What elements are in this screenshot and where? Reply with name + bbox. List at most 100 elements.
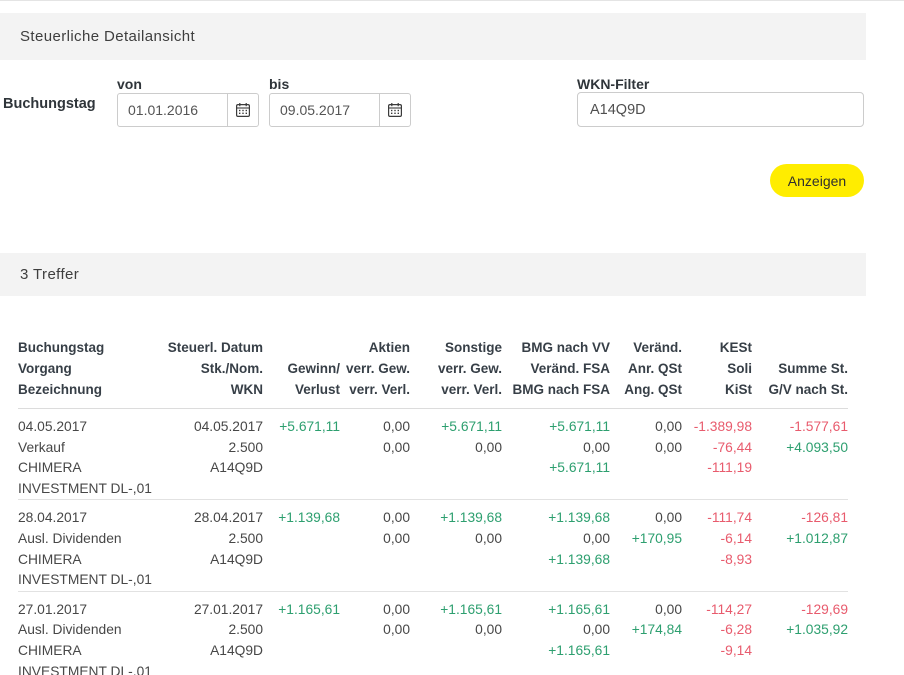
cell-line: 0,00	[610, 508, 682, 529]
cell-line: 0,00	[502, 438, 610, 459]
table-cell: +1.139,680,00	[410, 508, 502, 590]
header-line: verr. Verl.	[340, 379, 410, 400]
table-cell: -111,74-6,14-8,93	[682, 508, 752, 590]
cell-line: -111,74	[682, 508, 752, 529]
date-from-input[interactable]	[118, 94, 227, 126]
cell-line: -129,69	[752, 600, 848, 621]
cell-line: 0,00	[502, 529, 610, 550]
header-cell: KEStSoliKiSt	[682, 337, 752, 400]
date-to-calendar-button[interactable]	[379, 94, 410, 126]
table-cell: +1.139,680,00+1.139,68	[502, 508, 610, 590]
table-cell: 0,000,00	[610, 417, 682, 499]
cell-line: 0,00	[340, 417, 410, 438]
table-row: 04.05.2017VerkaufCHIMERAINVESTMENT DL-,0…	[18, 409, 848, 500]
table-cell: 0,000,00	[340, 417, 410, 499]
cell-line: +1.012,87	[752, 529, 848, 550]
cell-line: +1.139,68	[502, 508, 610, 529]
anzeigen-button[interactable]: Anzeigen	[770, 164, 864, 197]
header-cell: Sonstigeverr. Gew.verr. Verl.	[410, 337, 502, 400]
header-line: Ang. QSt	[610, 379, 682, 400]
calendar-icon	[387, 102, 403, 118]
table-cell: +1.165,610,00+1.165,61	[502, 600, 610, 675]
top-divider	[0, 0, 904, 1]
cell-line: A14Q9D	[158, 550, 263, 571]
cell-line: 0,00	[340, 620, 410, 641]
cell-line: CHIMERA	[18, 550, 158, 571]
buchungstag-label: Buchungstag	[3, 96, 96, 112]
cell-line: CHIMERA	[18, 641, 158, 662]
cell-line: 04.05.2017	[158, 417, 263, 438]
cell-line: +1.139,68	[263, 508, 340, 529]
cell-line: -1.389,98	[682, 417, 752, 438]
header-cell: BMG nach VVVeränd. FSABMG nach FSA	[502, 337, 610, 400]
calendar-icon	[235, 102, 251, 118]
cell-line: 0,00	[410, 438, 502, 459]
table-cell: -1.389,98-76,44-111,19	[682, 417, 752, 499]
cell-line: CHIMERA	[18, 458, 158, 479]
header-line: KESt	[682, 337, 752, 358]
header-line: verr. Gew.	[340, 358, 410, 379]
cell-line: -76,44	[682, 438, 752, 459]
table-cell: +5.671,11	[263, 417, 340, 499]
header-line: Steuerl. Datum	[158, 337, 263, 358]
cell-line: -6,14	[682, 529, 752, 550]
header-line: BMG nach FSA	[502, 379, 610, 400]
cell-line: A14Q9D	[158, 641, 263, 662]
von-label: von	[117, 76, 142, 92]
cell-line: 27.01.2017	[18, 600, 158, 621]
header-line: Summe St.	[752, 358, 848, 379]
wkn-filter-label: WKN-Filter	[577, 76, 649, 92]
cell-line: +1.165,61	[502, 641, 610, 662]
cell-line: -9,14	[682, 641, 752, 662]
header-line: Stk./Nom.	[158, 358, 263, 379]
date-to-input[interactable]	[270, 94, 379, 126]
header-line: Veränd. FSA	[502, 358, 610, 379]
cell-line: +1.139,68	[410, 508, 502, 529]
cell-line: 0,00	[610, 417, 682, 438]
header-line: Gewinn/	[263, 358, 340, 379]
cell-line: 0,00	[610, 438, 682, 459]
date-from-calendar-button[interactable]	[227, 94, 258, 126]
header-line: Verlust	[263, 379, 340, 400]
header-line: WKN	[158, 379, 263, 400]
header-cell: Veränd.Anr. QStAng. QSt	[610, 337, 682, 400]
header-cell: Summe St.G/V nach St.	[752, 337, 848, 400]
cell-line: +174,84	[610, 620, 682, 641]
table-cell: +5.671,110,00	[410, 417, 502, 499]
cell-line: Verkauf	[18, 438, 158, 459]
bis-label: bis	[269, 76, 289, 92]
header-line: Soli	[682, 358, 752, 379]
table-cell: +1.165,610,00	[410, 600, 502, 675]
cell-line: Ausl. Dividenden	[18, 620, 158, 641]
cell-line: +4.093,50	[752, 438, 848, 459]
header-line: Veränd.	[610, 337, 682, 358]
cell-line: +170,95	[610, 529, 682, 550]
wkn-filter-input[interactable]	[577, 92, 864, 127]
cell-line: 2.500	[158, 529, 263, 550]
header-cell: BuchungstagVorgangBezeichnung	[18, 337, 158, 400]
table-cell: 0,000,00	[340, 600, 410, 675]
header-line: Buchungstag	[18, 337, 158, 358]
cell-line: -126,81	[752, 508, 848, 529]
table-cell: 04.05.20172.500A14Q9D	[158, 417, 263, 499]
date-to-group	[269, 93, 411, 127]
table-cell: 04.05.2017VerkaufCHIMERAINVESTMENT DL-,0…	[18, 417, 158, 499]
table-cell: +5.671,110,00+5.671,11	[502, 417, 610, 499]
cell-line: 0,00	[340, 508, 410, 529]
results-table: BuchungstagVorgangBezeichnungSteuerl. Da…	[18, 337, 848, 675]
results-count-bar: 3 Treffer	[0, 253, 866, 296]
cell-line: -114,27	[682, 600, 752, 621]
table-cell: 27.01.2017Ausl. DividendenCHIMERAINVESTM…	[18, 600, 158, 675]
cell-line: +5.671,11	[502, 458, 610, 479]
section-header-bar: Steuerliche Detailansicht	[0, 13, 866, 60]
cell-line: +1.165,61	[502, 600, 610, 621]
header-line: BMG nach VV	[502, 337, 610, 358]
cell-line: +1.139,68	[502, 550, 610, 571]
table-cell: -129,69+1.035,92	[752, 600, 848, 675]
header-line: G/V nach St.	[752, 379, 848, 400]
cell-line: -6,28	[682, 620, 752, 641]
cell-line: 27.01.2017	[158, 600, 263, 621]
table-header-row: BuchungstagVorgangBezeichnungSteuerl. Da…	[18, 337, 848, 409]
table-row: 27.01.2017Ausl. DividendenCHIMERAINVESTM…	[18, 592, 848, 675]
cell-line: +5.671,11	[410, 417, 502, 438]
